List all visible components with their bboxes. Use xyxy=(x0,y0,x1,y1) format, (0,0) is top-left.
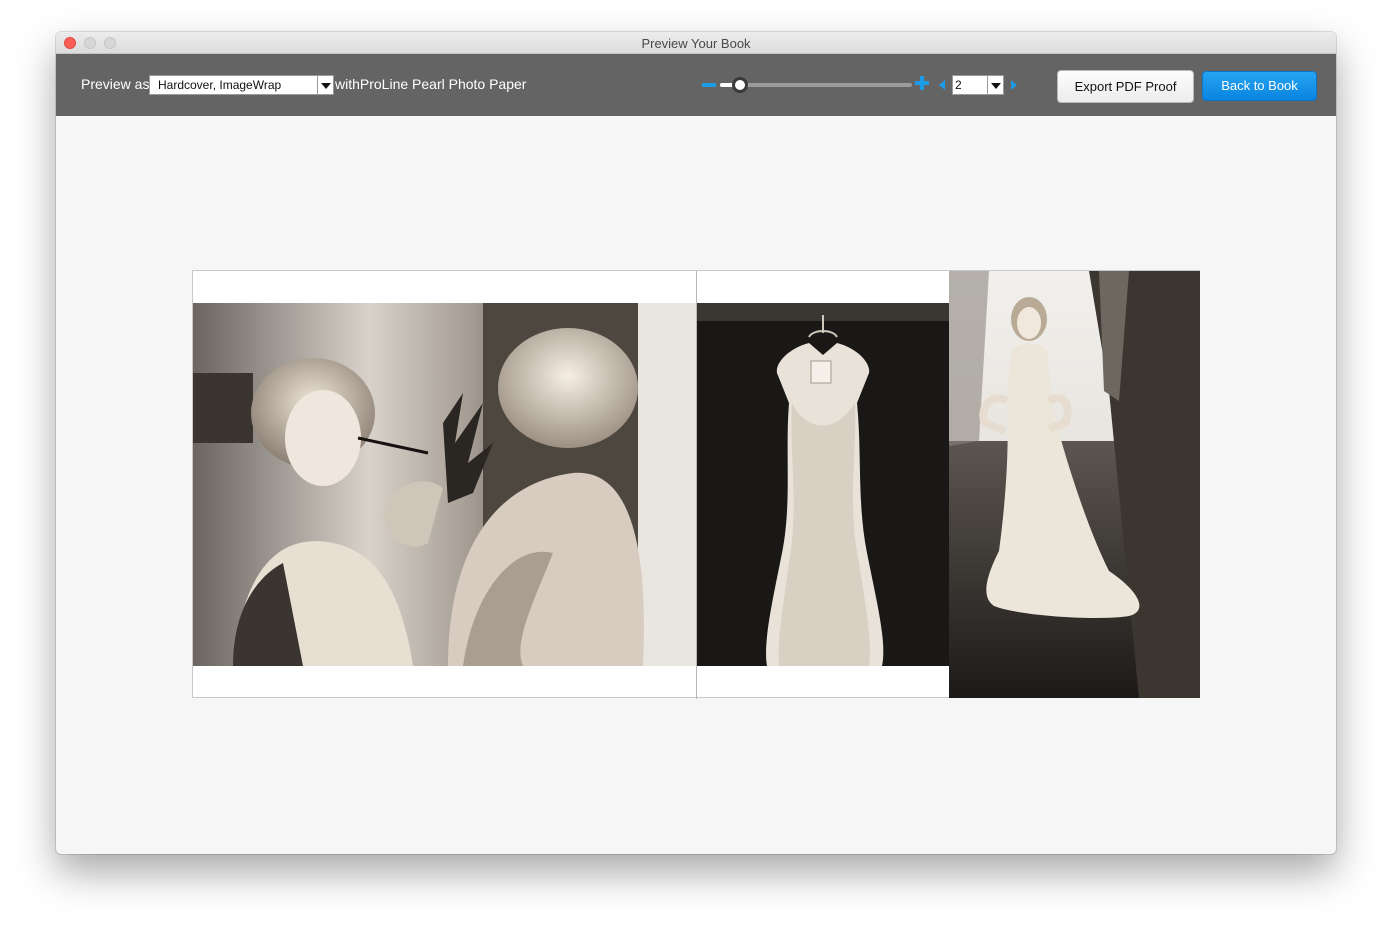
zoom-out-icon[interactable] xyxy=(702,83,716,87)
makeup-photo xyxy=(193,303,696,666)
zoom-in-icon[interactable] xyxy=(915,76,929,90)
zoom-slider[interactable] xyxy=(720,83,912,87)
window-title: Preview Your Book xyxy=(641,36,751,51)
dropdown-arrow-icon[interactable] xyxy=(317,76,333,94)
next-page-icon[interactable] xyxy=(1011,80,1017,90)
previous-page-icon[interactable] xyxy=(939,80,945,90)
cover-type-select[interactable]: Hardcover, ImageWrap xyxy=(149,75,334,95)
page-number-select[interactable]: 2 xyxy=(952,75,1004,95)
zoom-slider-handle[interactable] xyxy=(732,77,748,93)
dropdown-arrow-icon[interactable] xyxy=(987,76,1003,94)
bride-photo xyxy=(949,271,1200,698)
page-number-value: 2 xyxy=(955,78,962,92)
paper-type-label: withProLine Pearl Photo Paper xyxy=(335,76,527,92)
export-pdf-proof-button[interactable]: Export PDF Proof xyxy=(1057,70,1194,103)
title-bar: Preview Your Book xyxy=(56,32,1336,54)
dress-photo xyxy=(697,303,949,666)
preview-as-label: Preview as xyxy=(81,76,150,92)
preview-toolbar: Preview as Hardcover, ImageWrap withProL… xyxy=(56,54,1336,116)
cover-type-value: Hardcover, ImageWrap xyxy=(158,78,282,92)
book-spread-preview xyxy=(192,270,1200,699)
back-to-book-button[interactable]: Back to Book xyxy=(1202,71,1317,101)
preview-window: Preview Your Book Preview as Hardcover, … xyxy=(56,32,1336,854)
